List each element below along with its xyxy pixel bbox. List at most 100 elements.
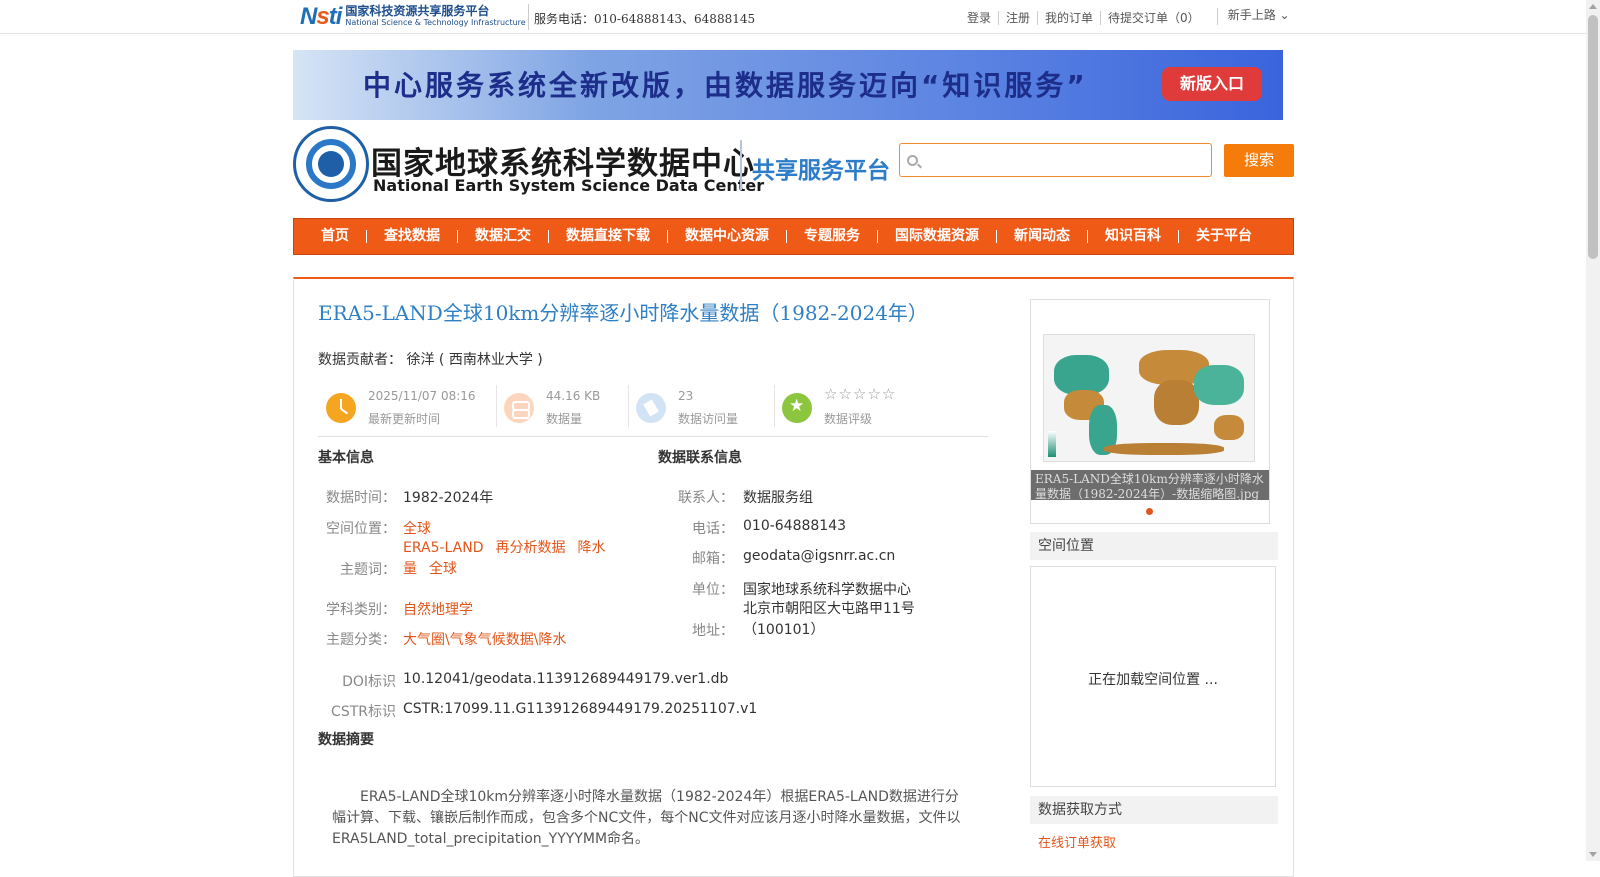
- map-legend-bar: [1048, 431, 1056, 457]
- time-label: 数据时间：: [326, 490, 396, 506]
- scroll-up-icon[interactable]: [1589, 4, 1597, 9]
- nav-find-data[interactable]: 查找数据: [366, 229, 457, 243]
- world-map-thumbnail[interactable]: [1043, 334, 1255, 462]
- nav-home[interactable]: 首页: [304, 229, 366, 243]
- unit-label: 单位：: [692, 582, 734, 598]
- nsti-logo-en: National Science & Technology Infrastruc…: [345, 18, 526, 27]
- search-icon: [907, 155, 918, 166]
- register-link[interactable]: 注册: [998, 11, 1037, 25]
- nsti-logo-text: 国家科技资源共享服务平台 National Science & Technolo…: [345, 4, 526, 28]
- cstr-label: CSTR标识: [331, 704, 396, 720]
- stat-size-label: 数据量: [546, 412, 583, 426]
- scroll-thumb[interactable]: [1588, 15, 1598, 259]
- platform-name: 共享服务平台: [752, 158, 890, 184]
- email-label: 邮箱：: [692, 551, 734, 567]
- stat-updated-value: 2025/11/07 08:16: [368, 389, 476, 403]
- pending-orders-link[interactable]: 待提交订单（0）: [1100, 11, 1207, 25]
- dataset-title: ERA5-LAND全球10km分辨率逐小时降水量数据（1982-2024年）: [318, 301, 928, 325]
- phone-value: 010-64888143: [743, 518, 847, 534]
- visits-icon: [636, 393, 666, 423]
- data-center-emblem[interactable]: [293, 126, 369, 202]
- keyword-link[interactable]: 再分析数据: [496, 540, 566, 556]
- top-bar: Nsti 国家科技资源共享服务平台 National Science & Tec…: [0, 0, 1586, 34]
- abstract-text: ERA5-LAND全球10km分辨率逐小时降水量数据（1982-2024年）根据…: [332, 789, 961, 847]
- new-version-button[interactable]: 新版入口: [1162, 67, 1262, 101]
- header-divider: [740, 140, 742, 190]
- newbie-guide-dropdown[interactable]: 新手上路 ⌄: [1216, 8, 1297, 25]
- doi-label: DOI标识: [342, 674, 396, 690]
- carousel-dot[interactable]: [1146, 508, 1153, 515]
- stat-updated-label: 最新更新时间: [368, 412, 441, 426]
- search-button[interactable]: 搜索: [1224, 144, 1294, 177]
- nav-about[interactable]: 关于平台: [1178, 229, 1269, 243]
- map-region: [1194, 365, 1244, 405]
- address-line2: （100101）: [743, 622, 825, 638]
- access-heading: 数据获取方式: [1030, 796, 1278, 824]
- nav-international-data[interactable]: 国际数据资源: [877, 229, 996, 243]
- nav-center-resources[interactable]: 数据中心资源: [667, 229, 786, 243]
- abstract-heading: 数据摘要: [318, 732, 374, 748]
- nav-topic-services[interactable]: 专题服务: [786, 229, 877, 243]
- page-scrollbar[interactable]: [1586, 0, 1600, 861]
- dataset-stats: 2025/11/07 08:16 最新更新时间 44.16 KB 数据量 23 …: [318, 379, 988, 437]
- scroll-down-icon[interactable]: [1589, 852, 1597, 857]
- spatial-heading: 空间位置: [1030, 532, 1278, 560]
- topbar-links: 登录 注册 我的订单 待提交订单（0） 新手上路 ⌄: [960, 8, 1297, 25]
- unit-value: 国家地球系统科学数据中心: [743, 582, 911, 598]
- category-link[interactable]: 大气圈\气象气候数据\降水: [403, 629, 566, 649]
- contact-label: 联系人：: [678, 490, 734, 506]
- phone-label: 电话：: [692, 521, 734, 537]
- rating-stars[interactable]: ☆☆☆☆☆: [824, 385, 896, 403]
- nav-knowledge[interactable]: 知识百科: [1087, 229, 1178, 243]
- space-label: 空间位置：: [326, 521, 396, 537]
- layers-icon: [504, 393, 534, 423]
- keyword-link[interactable]: 量: [403, 561, 417, 577]
- contributor-line: 数据贡献者： 徐洋 ( 西南林业大学 ): [318, 349, 543, 369]
- nav-data-submission[interactable]: 数据汇交: [457, 229, 548, 243]
- login-link[interactable]: 登录: [960, 11, 998, 25]
- clock-icon: [326, 393, 356, 423]
- promo-banner[interactable]: 中心服务系统全新改版，由数据服务迈向“知识服务” 新版入口: [293, 50, 1283, 120]
- search-box: [899, 143, 1212, 177]
- stat-size: 44.16 KB 数据量: [496, 385, 626, 429]
- stat-rating: ☆☆☆☆☆ 数据评级: [774, 385, 924, 429]
- map-region: [1214, 415, 1244, 440]
- contributor-name: 徐洋 ( 西南林业大学 ): [406, 352, 543, 368]
- nsti-logo[interactable]: Nsti 国家科技资源共享服务平台 National Science & Tec…: [300, 2, 526, 32]
- main-nav: 首页 查找数据 数据汇交 数据直接下载 数据中心资源 专题服务 国际数据资源 新…: [293, 218, 1294, 255]
- online-order-link[interactable]: 在线订单获取: [1038, 832, 1116, 851]
- star-icon: [782, 393, 812, 423]
- keyword-link[interactable]: ERA5-LAND: [403, 540, 484, 556]
- nav-news[interactable]: 新闻动态: [996, 229, 1087, 243]
- banner-text: 中心服务系统全新改版，由数据服务迈向“知识服务”: [363, 69, 1088, 102]
- map-region: [1154, 380, 1199, 425]
- map-region: [1054, 355, 1109, 395]
- contributor-label: 数据贡献者：: [318, 352, 402, 368]
- stat-visits-value: 23: [678, 389, 694, 403]
- keyword-link[interactable]: 全球: [429, 561, 457, 577]
- keyword-link[interactable]: 降水: [578, 540, 606, 556]
- center-name-en: National Earth System Science Data Cente…: [373, 176, 765, 195]
- category-label: 主题分类：: [326, 632, 396, 648]
- nav-direct-download[interactable]: 数据直接下载: [548, 229, 667, 243]
- thumbnail-carousel[interactable]: ERA5-LAND全球10km分辨率逐小时降水量数据（1982-2024年）-数…: [1030, 299, 1270, 524]
- space-value-link[interactable]: 全球: [403, 518, 431, 538]
- dataset-detail-panel: ERA5-LAND全球10km分辨率逐小时降水量数据（1982-2024年） 数…: [293, 277, 1294, 877]
- newbie-guide-label: 新手上路: [1227, 8, 1276, 22]
- nsti-logo-cn: 国家科技资源共享服务平台: [345, 4, 490, 18]
- stat-visits-label: 数据访问量: [678, 412, 739, 426]
- stat-rating-label: 数据评级: [824, 412, 873, 426]
- spatial-loading-text: 正在加载空间位置 ...: [1088, 672, 1218, 688]
- time-value: 1982-2024年: [403, 490, 494, 506]
- stat-visits: 23 数据访问量: [628, 385, 768, 429]
- stat-updated: 2025/11/07 08:16 最新更新时间: [318, 385, 488, 429]
- discipline-label: 学科类别：: [326, 602, 396, 618]
- search-input[interactable]: [924, 146, 1206, 174]
- address-value: 北京市朝阳区大屯路甲11号 （100101）: [743, 599, 915, 641]
- email-value[interactable]: geodata@igsnrr.ac.cn: [743, 548, 895, 564]
- keywords-label: 主题词：: [340, 562, 396, 578]
- cstr-value: CSTR:17099.11.G113912689449179.20251107.…: [403, 701, 758, 717]
- spatial-map-box[interactable]: 正在加载空间位置 ...: [1030, 566, 1276, 787]
- discipline-link[interactable]: 自然地理学: [403, 599, 473, 619]
- my-orders-link[interactable]: 我的订单: [1037, 11, 1100, 25]
